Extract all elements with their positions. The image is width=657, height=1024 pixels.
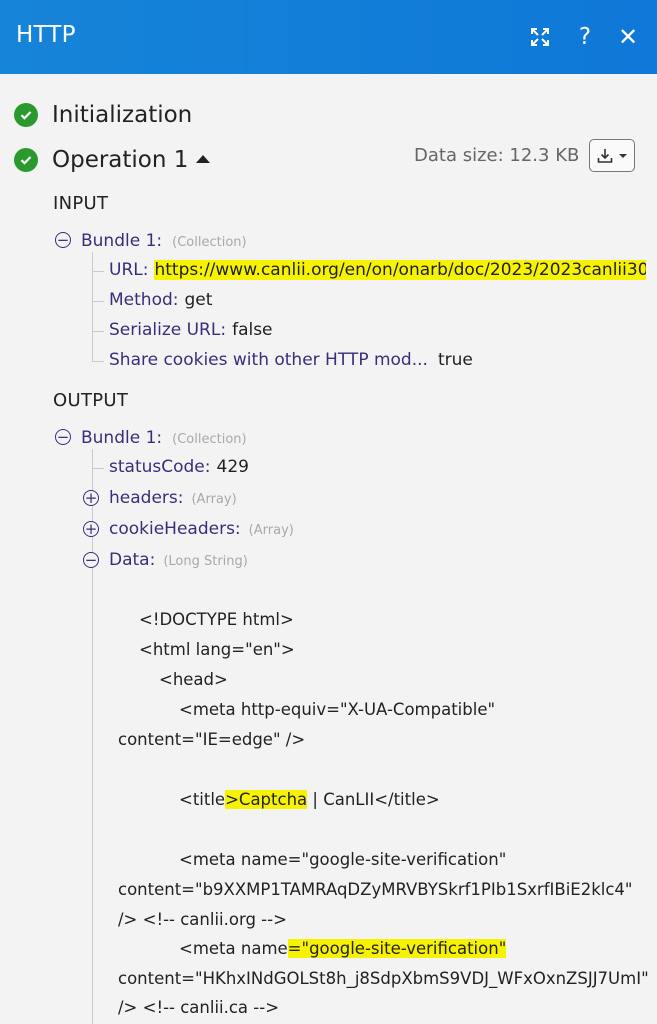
code-line: <meta name="google-site-verification" — [179, 850, 507, 869]
collapse-bundle-icon[interactable]: − — [55, 429, 71, 445]
code-line: content="HKhxINdGOLSt8h_j8SdpXbmS9VDJ_WF… — [118, 969, 649, 988]
tree-guide — [92, 468, 104, 469]
code-line: /> <!-- canlii.org --> — [118, 910, 287, 929]
code-line: content="IE=edge" /> — [118, 730, 306, 749]
close-icon: ✕ — [617, 23, 639, 51]
download-icon — [597, 148, 613, 163]
url-value: https://www.canlii.org/en/on/onarb/doc/2… — [154, 260, 647, 280]
dialog-title: HTTP — [16, 22, 76, 48]
expand-cookie-headers-icon[interactable]: + — [83, 521, 99, 537]
code-line: <html lang="en"> — [139, 640, 295, 659]
input-section-label: INPUT — [53, 193, 109, 214]
caret-up-icon[interactable] — [196, 155, 211, 163]
data-row: Data: (Long String) — [109, 550, 248, 570]
tree-guide — [92, 361, 104, 362]
help-button[interactable]: ? — [568, 20, 602, 54]
close-button[interactable]: ✕ — [611, 20, 645, 54]
expand-headers-icon[interactable]: + — [83, 490, 99, 506]
code-line: <meta http-equiv="X-UA-Compatible" — [179, 700, 496, 719]
code-line: /> <!-- canlii.ca --> — [118, 998, 280, 1017]
code-line: <title>Captcha | CanLII</title> — [179, 790, 440, 809]
success-check-icon — [14, 148, 38, 172]
step-initialization[interactable]: Initialization — [14, 102, 192, 128]
expand-icon — [531, 28, 549, 46]
tree-guide — [92, 271, 104, 272]
dialog-header: HTTP ? ✕ — [0, 0, 657, 74]
code-line: content="b9XXMP1TAMRAqDZyMRVBYSkrf1PIb1S… — [118, 880, 633, 899]
collapse-bundle-icon[interactable]: − — [55, 232, 71, 248]
input-method-row: Method: get — [109, 290, 213, 310]
step-label: Operation 1 — [52, 147, 189, 173]
tree-guide — [92, 301, 104, 302]
chevron-down-icon — [619, 153, 627, 158]
input-share-cookies-row: Share cookies with other HTTP mod... true — [109, 350, 473, 370]
expand-button[interactable] — [523, 20, 557, 54]
headers-row[interactable]: headers: (Array) — [109, 488, 237, 508]
input-bundle-1: Bundle 1: (Collection) — [81, 231, 247, 251]
cookie-headers-row[interactable]: cookieHeaders: (Array) — [109, 519, 294, 539]
code-line: <!DOCTYPE html> — [139, 610, 294, 629]
step-label: Initialization — [52, 102, 193, 128]
input-serialize-url-row: Serialize URL: false — [109, 320, 273, 340]
download-button[interactable] — [589, 139, 635, 172]
data-size: Data size: 12.3 KB — [414, 145, 580, 166]
code-line: <head> — [159, 670, 228, 689]
success-check-icon — [14, 103, 38, 127]
tree-guide — [92, 331, 104, 332]
step-operation-1[interactable]: Operation 1 — [14, 147, 211, 173]
collapse-data-icon[interactable]: − — [83, 552, 99, 568]
output-section-label: OUTPUT — [53, 390, 129, 411]
input-url-row: URL: https://www.canlii.org/en/on/onarb/d… — [109, 260, 647, 280]
code-line: <meta name="google-site-verification" — [179, 939, 507, 958]
output-bundle-1: Bundle 1: (Collection) — [81, 428, 247, 448]
help-icon: ? — [578, 24, 592, 50]
status-code-row: statusCode: 429 — [109, 457, 249, 477]
tree-guide — [92, 252, 93, 362]
